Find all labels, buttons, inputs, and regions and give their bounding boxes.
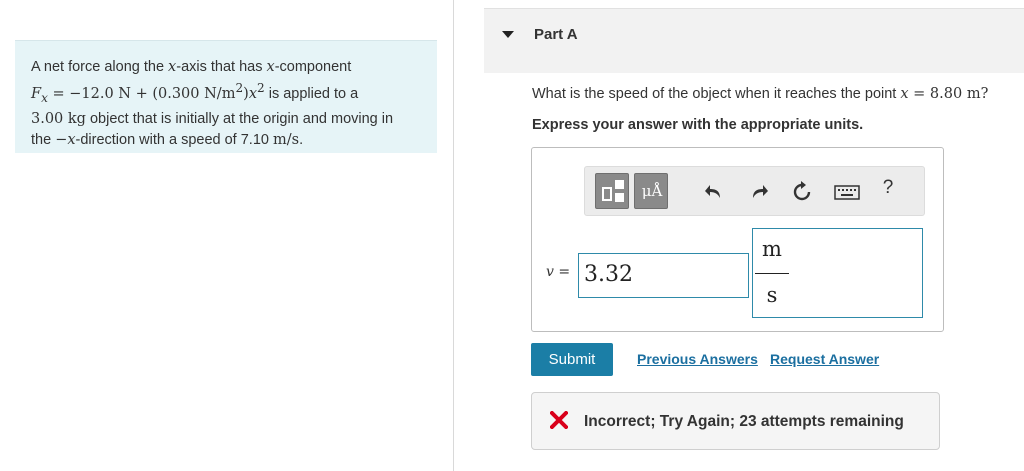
question-pane: Part A What is the speed of the object w… (454, 0, 1024, 471)
redo-icon[interactable] (748, 181, 770, 203)
units-label: μÅ (641, 182, 663, 200)
problem-text: -component (274, 59, 352, 75)
problem-text: the (31, 131, 56, 148)
answer-variable-label: v = (546, 264, 570, 280)
part-header[interactable]: Part A (484, 8, 1024, 73)
problem-line-4: the −x-direction with a speed of 7.10 m/… (31, 130, 421, 151)
question-text: What is the speed of the object when it … (532, 86, 988, 102)
problem-line-2: Fx = −12.0 N + (0.300 N/m2)x2 is applied… (31, 78, 421, 109)
direction-var: −x (55, 131, 76, 148)
previous-answers-link[interactable]: Previous Answers (637, 351, 758, 367)
problem-text: is applied to a (264, 85, 359, 102)
question-end: = 8.80 m? (908, 86, 989, 102)
unit-denominator: s (766, 283, 778, 307)
answer-box: μÅ ? v = 3.32 m s (531, 147, 944, 332)
help-icon[interactable]: ? (881, 177, 895, 199)
speed-unit: m/s (273, 131, 300, 148)
caret-down-icon[interactable] (502, 31, 514, 38)
exponent: 2 (257, 81, 265, 95)
force-expression: = −12.0 N + (0.300 N/m (47, 85, 236, 102)
problem-text: -direction with a speed of 7.10 (75, 131, 273, 148)
equals-sign: = (553, 264, 571, 280)
unit-numerator: m (762, 237, 782, 261)
request-answer-link[interactable]: Request Answer (770, 351, 879, 367)
problem-text: object that is initially at the origin a… (85, 110, 394, 127)
problem-text: A net force along the (31, 59, 169, 75)
problem-line-3: 3.00 kg object that is initially at the … (31, 109, 421, 130)
unit-input[interactable]: m s (752, 228, 923, 318)
problem-statement: A net force along the x-axis that has x-… (15, 40, 437, 153)
x-mark-icon (549, 410, 569, 430)
math-var: x (168, 59, 177, 75)
templates-icon[interactable] (595, 173, 629, 209)
problem-pane: A net force along the x-axis that has x-… (0, 0, 453, 471)
keyboard-icon[interactable] (834, 181, 860, 203)
part-title: Part A (534, 26, 578, 43)
question-var: x (900, 86, 909, 102)
problem-text: . (299, 131, 304, 148)
feedback-box: Incorrect; Try Again; 23 attempts remain… (531, 392, 940, 450)
value-input[interactable]: 3.32 (578, 253, 749, 298)
submit-button[interactable]: Submit (531, 343, 613, 376)
force-subscript: x (41, 90, 48, 105)
force-symbol: F (31, 85, 42, 102)
feedback-text: Incorrect; Try Again; 23 attempts remain… (584, 413, 904, 430)
math-toolbar: μÅ ? (584, 166, 925, 216)
instruction-text: Express your answer with the appropriate… (532, 117, 864, 133)
undo-icon[interactable] (703, 181, 725, 203)
answer-variable: v (546, 264, 554, 280)
math-var: x (248, 85, 257, 102)
problem-text: -axis that has (176, 59, 267, 75)
mass-value: 3.00 kg (31, 110, 86, 127)
problem-line-1: A net force along the x-axis that has x-… (31, 57, 421, 78)
reset-icon[interactable] (791, 181, 813, 203)
math-var: x (266, 59, 275, 75)
fraction-bar (755, 273, 789, 274)
question-start: What is the speed of the object when it … (532, 86, 901, 102)
units-icon[interactable]: μÅ (634, 173, 668, 209)
exponent: 2 (235, 81, 244, 95)
